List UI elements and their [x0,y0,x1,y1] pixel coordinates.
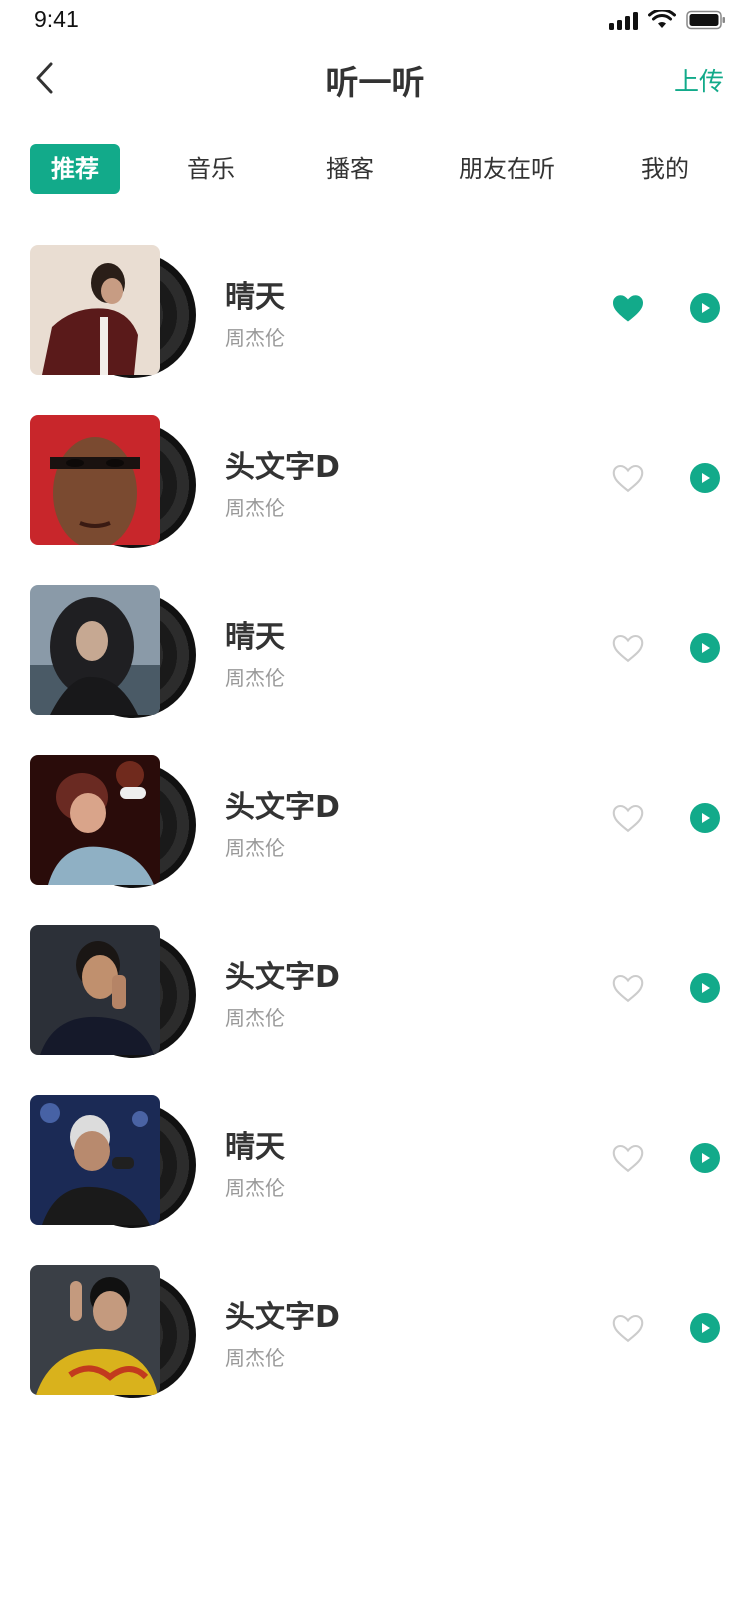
song-artist: 周杰伦 [225,666,285,690]
song-row[interactable]: 头文字D 周杰伦 [0,1260,750,1430]
play-icon [702,983,710,993]
album-cover [30,925,160,1055]
page-title: 听一听 [325,63,425,102]
play-icon [702,1323,710,1333]
album-cover [30,415,160,545]
song-title: 头文字D [225,450,340,485]
play-icon [702,813,710,823]
album-cover [30,755,160,885]
signal-icon [609,10,638,30]
heart-icon [612,974,644,1003]
song-row[interactable]: 晴天 周杰伦 [0,1090,750,1260]
song-row[interactable]: 晴天 周杰伦 [0,240,750,410]
song-row[interactable]: 头文字D 周杰伦 [0,920,750,1090]
album-cover [30,245,160,375]
like-button[interactable] [610,1310,646,1346]
song-row[interactable]: 头文字D 周杰伦 [0,750,750,920]
play-icon [702,643,710,653]
like-button[interactable] [610,800,646,836]
nav-header: 听一听 上传 [0,44,750,124]
play-icon [702,303,710,313]
song-title: 头文字D [225,1300,340,1335]
tab-music[interactable]: 音乐 [166,144,256,194]
play-button[interactable] [690,293,720,323]
song-row[interactable]: 晴天 周杰伦 [0,580,750,750]
wifi-icon [648,10,676,30]
album-cover [30,585,160,715]
play-button[interactable] [690,633,720,663]
like-button[interactable] [610,290,646,326]
play-button[interactable] [690,803,720,833]
song-artist: 周杰伦 [225,836,285,860]
song-artist: 周杰伦 [225,1176,285,1200]
tab-friends-listening[interactable]: 朋友在听 [447,144,567,194]
song-title: 晴天 [225,620,285,655]
heart-icon [612,634,644,663]
song-title: 晴天 [225,1130,285,1165]
play-button[interactable] [690,1143,720,1173]
song-title: 头文字D [225,960,340,995]
status-icons [609,10,726,30]
heart-icon [612,1144,644,1173]
category-tabs: 推荐 音乐 播客 朋友在听 我的 [0,144,750,196]
song-artist: 周杰伦 [225,1006,285,1030]
tab-recommend[interactable]: 推荐 [30,144,120,194]
play-icon [702,1153,710,1163]
song-row[interactable]: 头文字D 周杰伦 [0,410,750,580]
like-button[interactable] [610,460,646,496]
status-time: 9:41 [34,6,79,32]
heart-icon [612,464,644,493]
heart-icon [613,295,643,322]
play-button[interactable] [690,463,720,493]
song-artist: 周杰伦 [225,326,285,350]
song-artist: 周杰伦 [225,1346,285,1370]
album-cover [30,1265,160,1395]
song-artist: 周杰伦 [225,496,285,520]
song-title: 头文字D [225,790,340,825]
like-button[interactable] [610,970,646,1006]
like-button[interactable] [610,630,646,666]
upload-button[interactable]: 上传 [674,62,724,98]
tab-podcast[interactable]: 播客 [305,144,395,194]
like-button[interactable] [610,1140,646,1176]
album-cover [30,1095,160,1225]
play-button[interactable] [690,973,720,1003]
song-title: 晴天 [225,280,285,315]
battery-icon [686,10,726,30]
play-icon [702,473,710,483]
tab-mine[interactable]: 我的 [620,144,710,194]
heart-icon [612,1314,644,1343]
play-button[interactable] [690,1313,720,1343]
status-bar: 9:41 [0,0,750,44]
song-list: 晴天 周杰伦 头文字D 周杰伦 晴天 周杰伦 头文字D 周杰伦 头文字D 周杰伦… [0,240,750,1430]
heart-icon [612,804,644,833]
